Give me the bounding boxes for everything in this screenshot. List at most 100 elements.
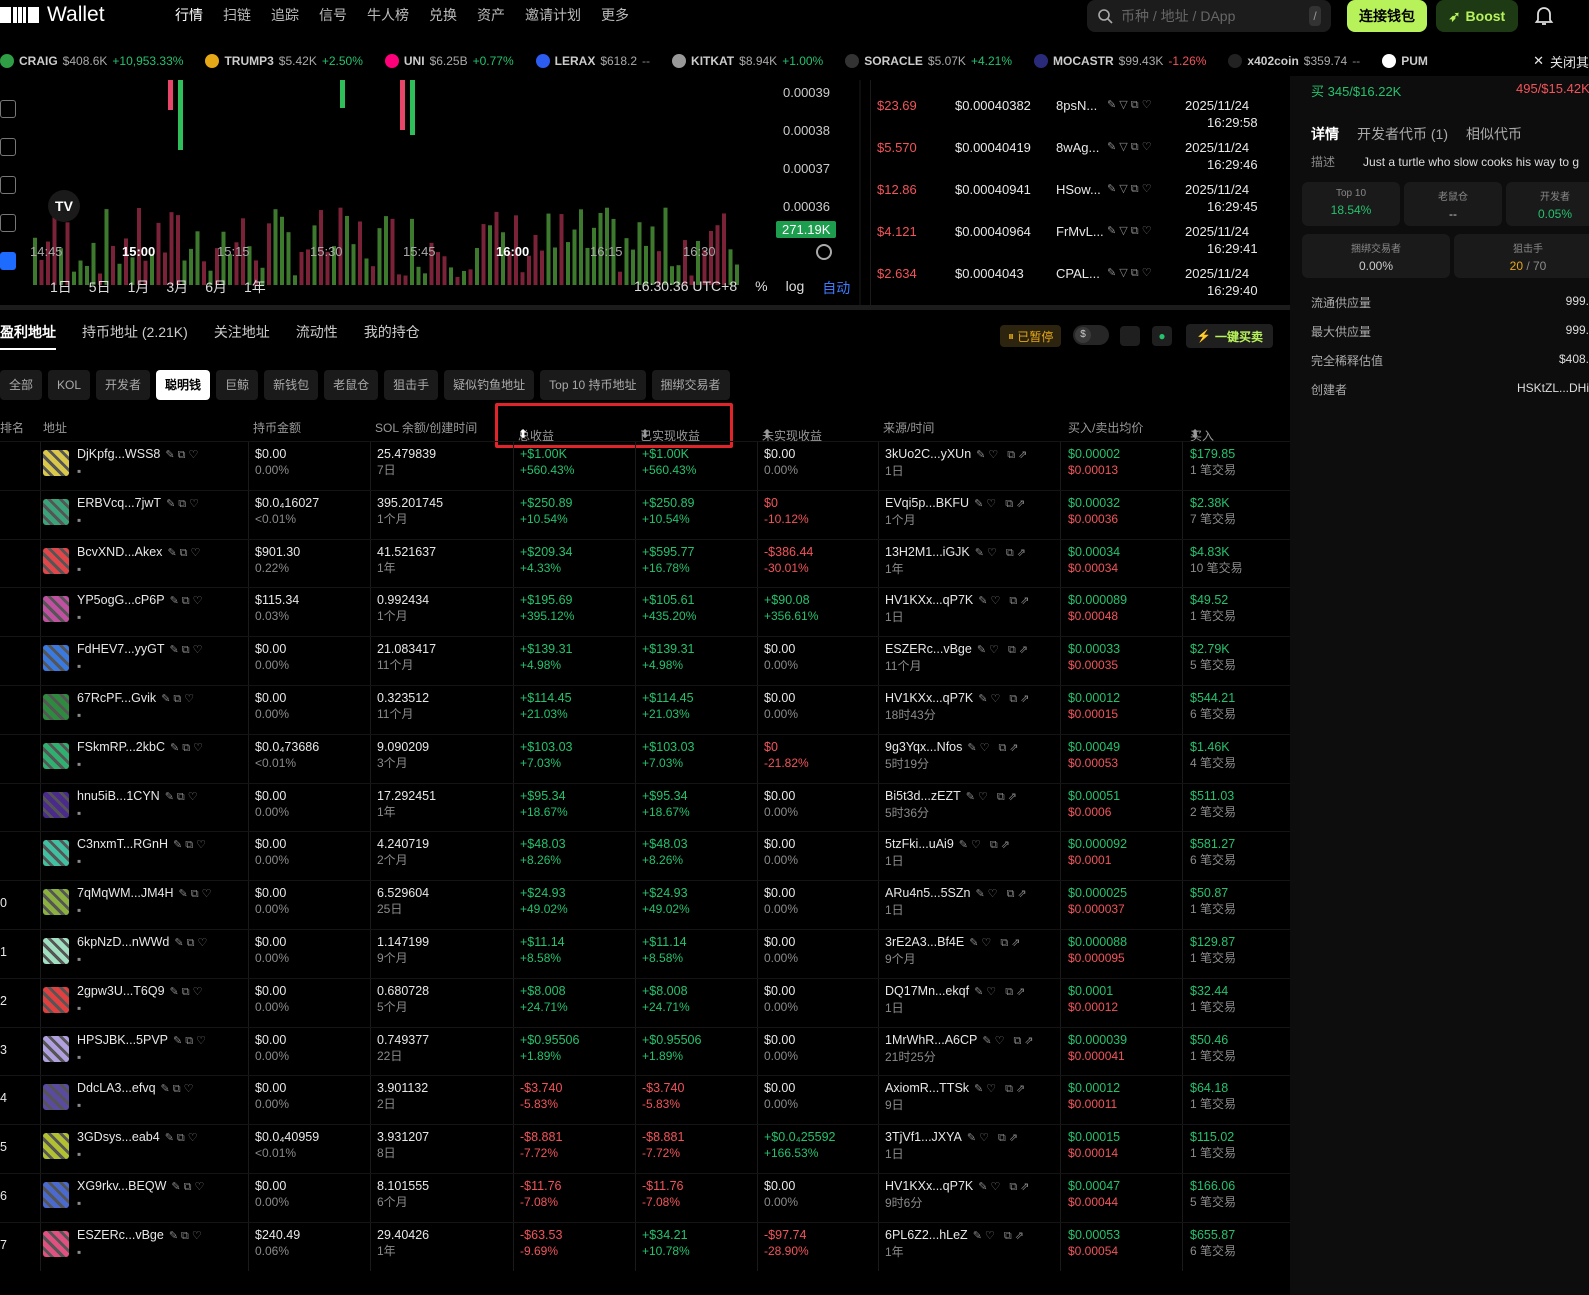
table-row[interactable]: 3 HPSJBK...5PVP ✎⧉♡ ▪ $0.00 0.00% 0.749377 22日 +…	[0, 1026, 1290, 1076]
source-cell[interactable]: ESZERc...vBge ✎♡ ⧉⇗ 11个月	[885, 641, 1031, 674]
source-actions-icons[interactable]: ✎♡ ⧉⇗	[977, 644, 1031, 656]
source-address[interactable]: 3kUo2C...yXUn	[885, 447, 971, 461]
address-cell[interactable]: 3GDsys...eab4 ✎⧉♡ ▪	[77, 1129, 201, 1162]
link-tool-icon[interactable]	[0, 252, 16, 270]
source-actions-icons[interactable]: ✎♡ ⧉⇗	[975, 888, 1029, 900]
source-cell[interactable]: EVqi5p...BKFU ✎♡ ⧉⇗ 1个月	[885, 495, 1028, 528]
source-actions-icons[interactable]: ✎♡ ⧉⇗	[967, 742, 1021, 754]
period-option[interactable]: 5日	[89, 277, 111, 297]
table-row[interactable]: 0 7qMqWM...JM4H ✎⧉♡ ▪ $0.00 0.00% 6.529604 25日 +…	[0, 880, 1290, 930]
address-cell[interactable]: 6kpNzD...nWWd ✎⧉♡ ▪	[77, 934, 210, 967]
source-cell[interactable]: 9g3Yqx...Nfos ✎♡ ⧉⇗ 5时19分	[885, 739, 1022, 772]
address-actions-icons[interactable]: ✎⧉♡	[166, 498, 202, 510]
maker-actions-icons[interactable]: ✎ ▽ ⧉ ♡	[1107, 98, 1152, 112]
address-actions-icons[interactable]: ✎⧉♡	[161, 1083, 197, 1095]
address-actions-icons[interactable]: ✎⧉♡	[174, 937, 210, 949]
trade-maker[interactable]: 8wAg...	[1056, 140, 1099, 155]
source-cell[interactable]: DQ17Mn...ekqf ✎♡ ⧉⇗ 1日	[885, 983, 1028, 1016]
chart-settings-gear-icon[interactable]	[816, 244, 832, 260]
holder-tab[interactable]: 持币地址 (2.21K)	[82, 322, 188, 350]
okx-wallet-logo[interactable]: Wallet	[0, 3, 165, 27]
source-cell[interactable]: HV1KXx...qP7K ✎♡ ⧉⇗ 1日	[885, 592, 1032, 625]
address-actions-icons[interactable]: ✎⧉♡	[161, 693, 197, 705]
trade-maker[interactable]: HSow...	[1056, 182, 1101, 197]
source-actions-icons[interactable]: ✎♡ ⧉⇗	[974, 498, 1028, 510]
filter-chip[interactable]: KOL	[48, 370, 91, 400]
auto-toggle[interactable]: 自动	[822, 278, 850, 298]
trade-row[interactable]: $5.570 $0.00040419 8wAg... ✎ ▽ ⧉ ♡ 2025/11/2…	[871, 132, 1276, 172]
address-cell[interactable]: FdHEV7...yyGT ✎⧉♡ ▪	[77, 641, 205, 674]
info-tab[interactable]: 相似代币	[1466, 124, 1522, 144]
source-address[interactable]: 1MrWhR...A6CP	[885, 1033, 977, 1047]
source-actions-icons[interactable]: ✎♡ ⧉⇗	[973, 1230, 1027, 1242]
bell-icon[interactable]	[1532, 3, 1556, 27]
ticker-item[interactable]: MOCASTR $99.43K -1.26%	[1034, 54, 1206, 68]
source-actions-icons[interactable]: ✎♡ ⧉⇗	[978, 693, 1032, 705]
trade-row[interactable]: $12.86 $0.00040941 HSow... ✎ ▽ ⧉ ♡ 2025/11/2…	[871, 174, 1276, 214]
source-actions-icons[interactable]: ✎♡ ⧉⇗	[978, 1181, 1032, 1193]
source-address[interactable]: 3rE2A3...Bf4E	[885, 935, 964, 949]
holder-tab[interactable]: 我的持仓	[364, 322, 420, 350]
source-cell[interactable]: HV1KXx...qP7K ✎♡ ⧉⇗ 18时43分	[885, 690, 1032, 723]
filter-chip[interactable]: 新钱包	[264, 370, 319, 400]
source-cell[interactable]: 1MrWhR...A6CP ✎♡ ⧉⇗ 21时25分	[885, 1032, 1037, 1065]
filter-chip[interactable]: 疑似钓鱼地址	[444, 370, 535, 400]
source-actions-icons[interactable]: ✎♡ ⧉⇗	[974, 986, 1028, 998]
source-address[interactable]: 9g3Yqx...Nfos	[885, 740, 962, 754]
address-text[interactable]: C3nxmT...RGnH	[77, 837, 168, 851]
trade-row[interactable]: $2.634 $0.0004043 CPAL... ✎ ▽ ⧉ ♡ 2025/11/24…	[871, 258, 1276, 298]
source-cell[interactable]: HV1KXx...qP7K ✎♡ ⧉⇗ 9时6分	[885, 1178, 1032, 1211]
address-text[interactable]: 3GDsys...eab4	[77, 1130, 160, 1144]
connect-wallet-button[interactable]: 连接钱包	[1347, 0, 1427, 32]
ticker-item[interactable]: LERAX $618.2 --	[535, 54, 650, 68]
address-text[interactable]: hnu5iB...1CYN	[77, 789, 160, 803]
address-cell[interactable]: DdcLA3...efvq ✎⧉♡ ▪	[77, 1080, 196, 1113]
address-text[interactable]: XG9rkv...BEQW	[77, 1179, 166, 1193]
source-address[interactable]: 13H2M1...iGJK	[885, 545, 970, 559]
nav-link[interactable]: 牛人榜	[357, 5, 419, 25]
nav-link[interactable]: 扫链	[213, 5, 261, 25]
source-actions-icons[interactable]: ✎♡ ⧉⇗	[975, 547, 1029, 559]
paused-badge[interactable]: ⏸ 已暂停	[1000, 325, 1062, 347]
source-cell[interactable]: 3kUo2C...yXUn ✎♡ ⧉⇗ 1日	[885, 446, 1030, 479]
price-chart[interactable]	[0, 80, 870, 305]
address-actions-icons[interactable]: ✎⧉♡	[171, 1181, 207, 1193]
address-text[interactable]: 2gpw3U...T6Q9	[77, 984, 165, 998]
address-text[interactable]: ERBVcq...7jwT	[77, 496, 161, 510]
source-address[interactable]: 5tzFki...uAi9	[885, 837, 954, 851]
source-cell[interactable]: 6PL6Z2...hLeZ ✎♡ ⧉⇗ 1年	[885, 1227, 1027, 1260]
maker-actions-icons[interactable]: ✎ ▽ ⧉ ♡	[1107, 182, 1152, 196]
holder-tab[interactable]: 盈利地址	[0, 322, 56, 350]
table-row[interactable]: 4 DdcLA3...efvq ✎⧉♡ ▪ $0.00 0.00% 3.901132 2日 -$…	[0, 1075, 1290, 1125]
table-row[interactable]: YP5ogG...cP6P ✎⧉♡ ▪ $115.34 0.03% 0.992434 1个月…	[0, 587, 1290, 637]
table-row[interactable]: hnu5iB...1CYN ✎⧉♡ ▪ $0.00 0.00% 17.292451 1年 +$…	[0, 782, 1290, 832]
period-option[interactable]: 6月	[205, 277, 227, 297]
table-row[interactable]: 7 ESZERc...vBge ✎⧉♡ ▪ $240.49 0.06% 29.40426 1年…	[0, 1221, 1290, 1271]
address-cell[interactable]: ESZERc...vBge ✎⧉♡ ▪	[77, 1227, 205, 1260]
source-cell[interactable]: Bi5t3d...zEZT ✎♡ ⧉⇗ 5时36分	[885, 788, 1020, 821]
log-toggle[interactable]: log	[786, 278, 805, 298]
address-cell[interactable]: XG9rkv...BEQW ✎⧉♡ ▪	[77, 1178, 207, 1211]
sniper-card[interactable]: 狙击手 20 / 70	[1454, 234, 1589, 278]
source-cell[interactable]: ARu4n5...5SZn ✎♡ ⧉⇗ 1日	[885, 885, 1030, 918]
source-address[interactable]: ARu4n5...5SZn	[885, 886, 970, 900]
source-address[interactable]: DQ17Mn...ekqf	[885, 984, 969, 998]
holder-tab[interactable]: 流动性	[296, 322, 338, 350]
source-address[interactable]: HV1KXx...qP7K	[885, 593, 973, 607]
table-row[interactable]: FSkmRP...2kbC ✎⧉♡ ▪ $0.0₄73686 <0.01% 9.09020…	[0, 733, 1290, 783]
trade-row[interactable]: $4.121 $0.00040964 FrMvL... ✎ ▽ ⧉ ♡ 2025/11/…	[871, 216, 1276, 256]
bundler-card[interactable]: 捆绑交易者 0.00%	[1302, 234, 1450, 278]
ticker-item[interactable]: SORACLE $5.07K +4.21%	[845, 54, 1012, 68]
tradingview-logo[interactable]: TV	[48, 190, 80, 222]
filter-chip[interactable]: 巨鲸	[216, 370, 259, 400]
filter-chip[interactable]: 老鼠仓	[324, 370, 379, 400]
address-text[interactable]: 6kpNzD...nWWd	[77, 935, 169, 949]
ticker-item[interactable]: x402coin $359.74 --	[1228, 54, 1360, 68]
address-actions-icons[interactable]: ✎⧉♡	[170, 595, 206, 607]
header-address[interactable]: 地址	[43, 419, 67, 436]
nav-link[interactable]: 追踪	[261, 5, 309, 25]
period-option[interactable]: 1月	[128, 277, 150, 297]
source-address[interactable]: HV1KXx...qP7K	[885, 1179, 973, 1193]
source-cell[interactable]: 3rE2A3...Bf4E ✎♡ ⧉⇗ 9个月	[885, 934, 1023, 967]
table-row[interactable]: 5 3GDsys...eab4 ✎⧉♡ ▪ $0.0₄40959 <0.01% 3.9312…	[0, 1124, 1290, 1174]
